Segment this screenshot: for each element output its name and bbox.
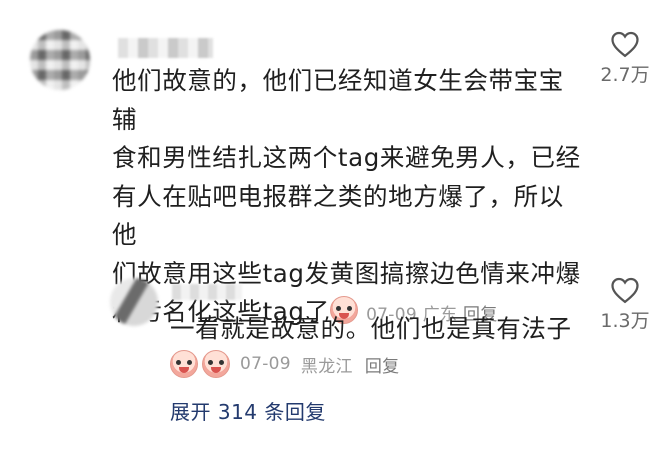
username-blurred[interactable] [118,38,213,58]
expand-replies-link[interactable]: 展开 314 条回复 [170,396,326,425]
reply-date: 07-09 [240,354,291,374]
reply-meta: 07-09 黑龙江 回复 [170,350,399,378]
heart-icon [611,277,639,304]
like-count: 2.7万 [600,64,650,86]
reply-button[interactable]: 回复 [365,352,400,377]
comment-line: 有人在贴吧电报群之类的地方爆了，所以他 [112,181,564,250]
crying-emoji-icon [202,350,230,378]
heart-icon [611,31,639,58]
reply-text: 一看就是故意的。他们也是真有法子 [170,314,572,343]
avatar[interactable] [30,30,90,90]
like-button[interactable]: 1.3万 [590,276,660,333]
comment-line: 食和男性结扎这两个tag来避免男人，已经 [112,143,581,172]
comment-line: 他们故意的，他们已经知道女生会带宝宝辅 [112,66,564,134]
avatar[interactable] [110,278,158,326]
like-count: 1.3万 [600,310,650,332]
crying-emoji-icon [170,350,198,378]
like-button[interactable]: 2.7万 [590,30,660,87]
username-blurred[interactable] [172,284,242,300]
reply-location: 黑龙江 [300,356,353,377]
